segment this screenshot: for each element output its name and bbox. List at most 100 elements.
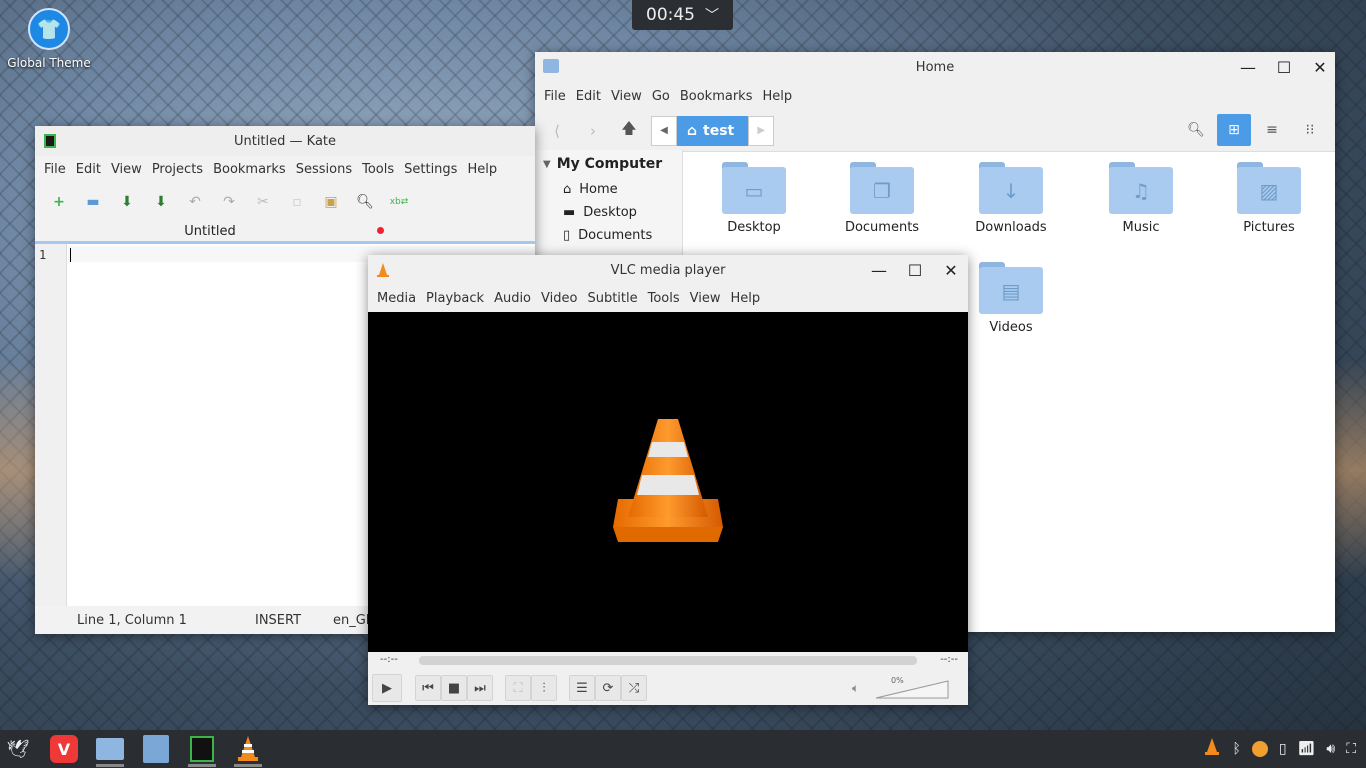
vlc-tray-icon[interactable] xyxy=(1203,737,1221,761)
fullscreen-icon[interactable]: ⛶ xyxy=(505,675,531,701)
cursor-position[interactable]: Line 1, Column 1 xyxy=(77,613,187,628)
forward-icon[interactable]: › xyxy=(579,117,607,145)
wifi-icon[interactable]: 📶︎ xyxy=(1298,741,1316,757)
breadcrumb-left-icon[interactable]: ◀ xyxy=(651,115,677,146)
files-menu-go[interactable]: Go xyxy=(647,89,675,104)
vlc-menu-view[interactable]: View xyxy=(685,291,726,306)
save-icon[interactable]: ⬇ xyxy=(115,190,139,214)
speaker-mute-icon[interactable]: 🔈︎ xyxy=(852,681,859,696)
files-menu-edit[interactable]: Edit xyxy=(571,89,606,104)
updates-icon[interactable] xyxy=(1251,741,1268,757)
open-folder-icon[interactable]: ▬ xyxy=(81,190,105,214)
kate-titlebar[interactable]: Untitled — Kate xyxy=(35,126,535,156)
system-tray: ᛒ ▯ 📶︎ 🔊︎ ⛶ xyxy=(1203,730,1356,768)
device-icon[interactable]: ▯ xyxy=(1279,741,1287,757)
cut-icon[interactable]: ✂ xyxy=(251,190,275,214)
files-menu-bookmarks[interactable]: Bookmarks xyxy=(675,89,758,104)
kate-menu-file[interactable]: File xyxy=(39,162,71,177)
icon-view-button[interactable]: ⊞ xyxy=(1217,114,1251,146)
desktop-icon-global-theme[interactable]: 👕 Global Theme xyxy=(4,8,94,70)
tab-untitled[interactable]: Untitled xyxy=(35,222,385,242)
installer-icon[interactable] xyxy=(140,734,172,764)
new-file-icon[interactable]: + xyxy=(47,190,71,214)
sidebar-item-home[interactable]: ⌂ Home xyxy=(535,178,682,201)
search-icon[interactable]: 🔍︎ xyxy=(1179,114,1213,146)
vlc-menu-audio[interactable]: Audio xyxy=(489,291,536,306)
back-icon[interactable]: ⟨ xyxy=(543,117,571,145)
files-menu-help[interactable]: Help xyxy=(757,89,797,104)
volume-slider[interactable] xyxy=(875,679,949,699)
files-menu-file[interactable]: File xyxy=(539,89,571,104)
folder-app-icon xyxy=(543,59,559,73)
folder-documents[interactable]: ❐ Documents xyxy=(822,150,942,235)
input-mode[interactable]: INSERT xyxy=(255,613,301,628)
breadcrumb-label: test xyxy=(703,122,735,139)
sidebar-heading[interactable]: ▼ My Computer xyxy=(535,150,682,178)
folder-downloads[interactable]: ↓ Downloads xyxy=(951,150,1071,235)
seek-slider[interactable] xyxy=(419,656,917,665)
vlc-menu-subtitle[interactable]: Subtitle xyxy=(582,291,642,306)
vlc-taskbar-icon[interactable] xyxy=(232,734,264,767)
close-button[interactable]: ✕ xyxy=(1311,58,1329,77)
files-menu-view[interactable]: View xyxy=(606,89,647,104)
folder-music[interactable]: ♫ Music xyxy=(1081,150,1201,235)
clock-widget[interactable]: 00:45 ﹀ xyxy=(632,0,733,30)
folder-label: Music xyxy=(1122,220,1160,235)
kate-menu-projects[interactable]: Projects xyxy=(147,162,208,177)
kate-menu-sessions[interactable]: Sessions xyxy=(291,162,357,177)
sidebar-item-desktop[interactable]: ▬ Desktop xyxy=(535,201,682,224)
bluetooth-icon[interactable]: ᛒ xyxy=(1232,741,1240,757)
folder-pictures[interactable]: ▨ Pictures xyxy=(1209,150,1329,235)
kate-menu-edit[interactable]: Edit xyxy=(71,162,106,177)
volume-icon[interactable]: 🔊︎ xyxy=(1326,741,1335,757)
list-view-button[interactable]: ≡ xyxy=(1255,114,1289,146)
replace-icon[interactable]: xb⇄ xyxy=(387,190,411,214)
video-area[interactable] xyxy=(368,312,968,652)
vlc-menu-tools[interactable]: Tools xyxy=(643,291,685,306)
search-icon[interactable]: 🔍︎ xyxy=(353,190,377,214)
kate-menu-tools[interactable]: Tools xyxy=(357,162,399,177)
kate-menu-bookmarks[interactable]: Bookmarks xyxy=(208,162,291,177)
file-manager-taskbar-icon[interactable] xyxy=(94,734,126,767)
show-desktop-icon[interactable]: ⛶ xyxy=(1346,741,1356,757)
maximize-button[interactable]: ☐ xyxy=(906,261,924,280)
compact-view-button[interactable]: ⁝⁝ xyxy=(1293,114,1327,146)
kate-menu-settings[interactable]: Settings xyxy=(399,162,462,177)
minimize-button[interactable]: — xyxy=(1239,58,1257,77)
close-button[interactable]: ✕ xyxy=(942,261,960,280)
up-arrow-icon[interactable]: 🡅 xyxy=(615,117,643,145)
next-icon[interactable]: ⏭ xyxy=(467,675,493,701)
shuffle-icon[interactable]: ⤮ xyxy=(621,675,647,701)
minimize-button[interactable]: — xyxy=(870,261,888,280)
vlc-menu-help[interactable]: Help xyxy=(726,291,766,306)
files-titlebar[interactable]: Home — ☐ ✕ xyxy=(535,52,1335,82)
paste-icon[interactable]: ▣ xyxy=(319,190,343,214)
undo-icon[interactable]: ↶ xyxy=(183,190,207,214)
playlist-icon[interactable]: ☰ xyxy=(569,675,595,701)
vivaldi-icon[interactable]: V xyxy=(48,734,80,764)
vlc-menu-playback[interactable]: Playback xyxy=(421,291,489,306)
vlc-titlebar[interactable]: VLC media player — ☐ ✕ xyxy=(368,255,968,285)
seek-row: --:-- --:-- xyxy=(368,652,968,670)
play-icon[interactable]: ▶ xyxy=(372,674,402,702)
redo-icon[interactable]: ↷ xyxy=(217,190,241,214)
kate-taskbar-icon[interactable] xyxy=(186,734,218,767)
vlc-app-icon xyxy=(377,263,389,277)
maximize-button[interactable]: ☐ xyxy=(1275,58,1293,77)
breadcrumb-home[interactable]: ⌂ test xyxy=(677,115,749,146)
stop-icon[interactable]: ■ xyxy=(441,675,467,701)
loop-icon[interactable]: ⟳ xyxy=(595,675,621,701)
vlc-menu-video[interactable]: Video xyxy=(536,291,582,306)
kate-menu-view[interactable]: View xyxy=(106,162,147,177)
app-launcher-icon[interactable]: 🕊︎ xyxy=(2,734,34,764)
vlc-menu-media[interactable]: Media xyxy=(372,291,421,306)
copy-icon[interactable]: ▫ xyxy=(285,190,309,214)
equalizer-icon[interactable]: ⫶ xyxy=(531,675,557,701)
sidebar-item-documents[interactable]: ▯ Documents xyxy=(535,224,682,247)
save-as-icon[interactable]: ⬇ xyxy=(149,190,173,214)
breadcrumb-right-icon[interactable]: ▶ xyxy=(748,115,775,146)
previous-icon[interactable]: ⏮ xyxy=(415,675,441,701)
folder-desktop[interactable]: ▭ Desktop xyxy=(694,150,814,235)
kate-menu-help[interactable]: Help xyxy=(462,162,502,177)
folder-videos[interactable]: ▤ Videos xyxy=(951,250,1071,335)
